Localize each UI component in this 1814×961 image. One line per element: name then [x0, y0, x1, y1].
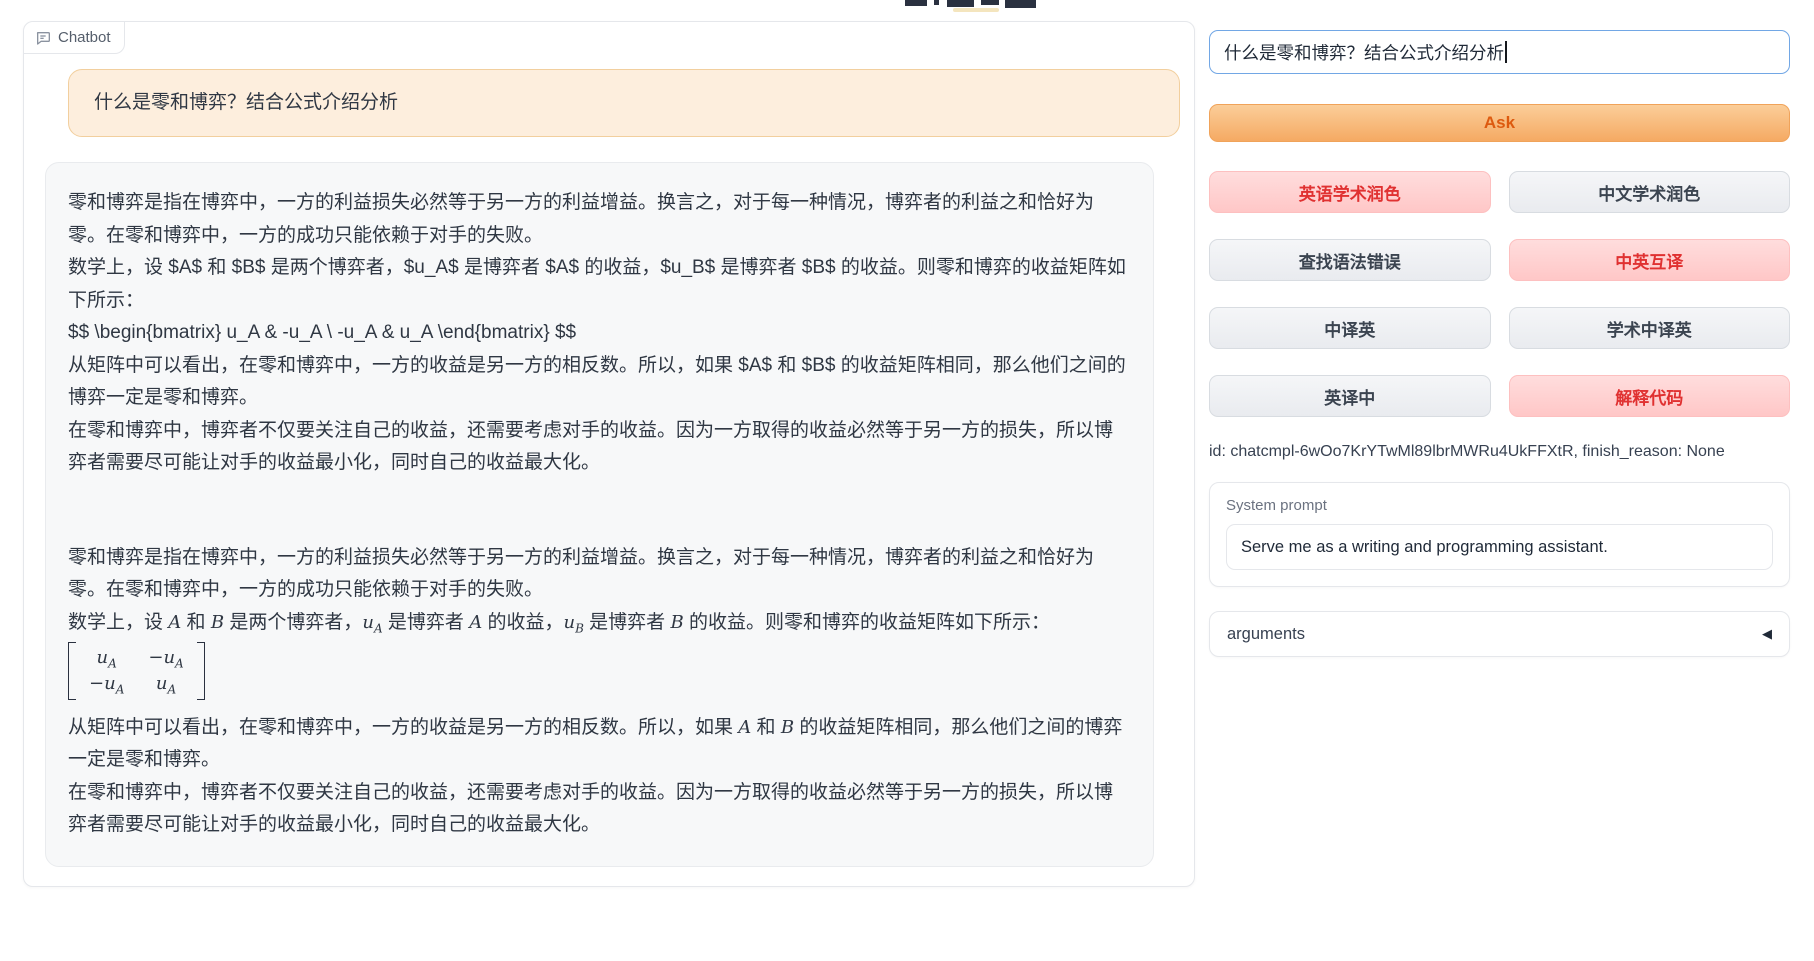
clipped-title-glyph: [1005, 0, 1036, 8]
matrix-right-bracket: [197, 642, 205, 700]
ask-button[interactable]: Ask: [1209, 104, 1790, 142]
system-prompt-value: Serve me as a writing and programming as…: [1241, 538, 1608, 557]
system-prompt-label: System prompt: [1226, 497, 1773, 514]
action-button-en-to-zh[interactable]: 英译中: [1209, 375, 1491, 417]
bot-raw-paragraph: 在零和博弈中，博弈者不仅要关注自己的收益，还需要考虑对手的收益。因为一方取得的收…: [68, 415, 1131, 480]
completion-meta-text: id: chatcmpl-6wOo7KrYTwMl89lbrMWRu4UkFFX…: [1209, 443, 1790, 461]
chatbot-column: Chatbot 什么是零和博弈？结合公式介绍分析 零和博弈是指在博弈中，一方的利…: [23, 21, 1195, 887]
action-button-english-academic-polish[interactable]: 英语学术润色: [1209, 171, 1491, 213]
chat-bubble-icon: [35, 30, 51, 46]
chatbot-label: Chatbot: [24, 22, 125, 54]
bot-raw-latex-line: $$ \begin{bmatrix} u_A & -u_A \ -u_A & u…: [68, 317, 1131, 349]
text-caret: [1505, 41, 1507, 63]
accordion-label: arguments: [1227, 625, 1305, 644]
action-button-chinese-academic-polish[interactable]: 中文学术润色: [1509, 171, 1791, 213]
clipped-title-highlight: [953, 8, 999, 12]
actions-grid: 英语学术润色 中文学术润色 查找语法错误 中英互译 中译英 学术中译英 英译中 …: [1209, 171, 1790, 417]
clipped-title-glyph: [981, 0, 999, 5]
bot-rendered-paragraph: 从矩阵中可以看出，在零和博弈中，一方的收益是另一方的相反数。所以，如果 A 和 …: [68, 712, 1131, 777]
action-button-find-grammar-errors[interactable]: 查找语法错误: [1209, 239, 1491, 281]
bot-rendered-paragraph: 在零和博弈中，博弈者不仅要关注自己的收益，还需要考虑对手的收益。因为一方取得的收…: [68, 777, 1131, 842]
matrix-left-bracket: [68, 642, 76, 700]
question-input-value: 什么是零和博弈？结合公式介绍分析: [1224, 40, 1504, 65]
matrix-cells: uA −uA −uA uA: [76, 642, 197, 700]
user-message-bubble: 什么是零和博弈？结合公式介绍分析: [68, 69, 1180, 137]
clipped-title-glyph: [905, 0, 927, 6]
bot-raw-paragraph: 从矩阵中可以看出，在零和博弈中，一方的收益是另一方的相反数。所以，如果 $A$ …: [68, 350, 1131, 415]
payoff-matrix: uA −uA −uA uA: [68, 642, 205, 700]
system-prompt-card: System prompt Serve me as a writing and …: [1209, 482, 1790, 587]
bot-raw-paragraph: 数学上，设 $A$ 和 $B$ 是两个博弈者，$u_A$ 是博弈者 $A$ 的收…: [68, 252, 1131, 317]
action-button-explain-code[interactable]: 解释代码: [1509, 375, 1791, 417]
chatbot-panel: Chatbot 什么是零和博弈？结合公式介绍分析 零和博弈是指在博弈中，一方的利…: [23, 21, 1195, 887]
controls-column: 什么是零和博弈？结合公式介绍分析 Ask 英语学术润色 中文学术润色 查找语法错…: [1209, 21, 1790, 887]
bot-rendered-paragraph: 零和博弈是指在博弈中，一方的利益损失必然等于另一方的利益增益。换言之，对于每一种…: [68, 542, 1131, 607]
matrix-cell: −uA: [89, 671, 124, 697]
chatbot-label-text: Chatbot: [58, 29, 111, 46]
bot-message-gap: [68, 480, 1131, 542]
system-prompt-input[interactable]: Serve me as a writing and programming as…: [1226, 524, 1773, 570]
clipped-title-glyph: [947, 0, 974, 7]
bot-rendered-block: 零和博弈是指在博弈中，一方的利益损失必然等于另一方的利益增益。换言之，对于每一种…: [68, 542, 1131, 842]
arguments-accordion[interactable]: arguments ◀: [1209, 611, 1790, 657]
main-content: Chatbot 什么是零和博弈？结合公式介绍分析 零和博弈是指在博弈中，一方的利…: [0, 0, 1814, 887]
bot-message-bubble: 零和博弈是指在博弈中，一方的利益损失必然等于另一方的利益增益。换言之，对于每一种…: [45, 162, 1154, 866]
matrix-cell: uA: [148, 671, 183, 697]
action-button-academic-zh-to-en[interactable]: 学术中译英: [1509, 307, 1791, 349]
bot-raw-paragraph: 零和博弈是指在博弈中，一方的利益损失必然等于另一方的利益增益。换言之，对于每一种…: [68, 187, 1131, 252]
question-input[interactable]: 什么是零和博弈？结合公式介绍分析: [1209, 30, 1790, 74]
action-button-zh-en-mutual-translate[interactable]: 中英互译: [1509, 239, 1791, 281]
clipped-title-glyph: [934, 0, 939, 5]
clipped-page-title: [905, 0, 1045, 14]
accordion-collapse-icon: ◀: [1762, 626, 1772, 642]
matrix-cell: −uA: [148, 645, 183, 671]
page: Chatbot 什么是零和博弈？结合公式介绍分析 零和博弈是指在博弈中，一方的利…: [0, 0, 1814, 961]
action-button-zh-to-en[interactable]: 中译英: [1209, 307, 1491, 349]
matrix-cell: uA: [89, 645, 124, 671]
user-message-text: 什么是零和博弈？结合公式介绍分析: [94, 87, 1154, 119]
bot-raw-markdown-block: 零和博弈是指在博弈中，一方的利益损失必然等于另一方的利益增益。换言之，对于每一种…: [68, 187, 1131, 479]
bot-rendered-paragraph: 数学上，设 A 和 B 是两个博弈者，uA 是博弈者 A 的收益，uB 是博弈者…: [68, 607, 1131, 639]
